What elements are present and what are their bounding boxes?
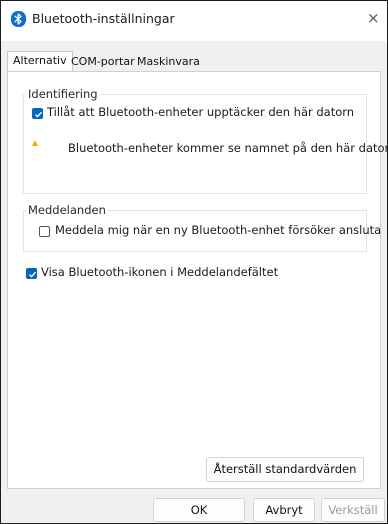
title-bar: Bluetooth-inställningar × — [1, 1, 387, 41]
tab-alternativ[interactable]: Alternativ — [7, 51, 73, 71]
warning-text: Bluetooth-enheter kommer se namnet på de… — [68, 141, 388, 155]
bluetooth-settings-dialog: Bluetooth-inställningar × Alternativ COM… — [0, 0, 388, 524]
allow-discovery-checkbox[interactable] — [32, 108, 43, 119]
tab-panel-alternativ: Identifiering Tillåt att Bluetooth-enhet… — [7, 71, 388, 489]
notifications-group-title: Meddelanden — [26, 203, 108, 217]
show-icon-label[interactable]: Visa Bluetooth-ikonen i Meddelandefältet — [41, 265, 278, 279]
show-icon-checkbox[interactable] — [26, 268, 37, 279]
bluetooth-icon — [11, 11, 26, 27]
notify-checkbox[interactable] — [39, 226, 50, 237]
warning-icon — [32, 140, 38, 146]
ok-button[interactable]: OK — [153, 498, 245, 522]
notify-label[interactable]: Meddela mig när en ny Bluetooth-enhet fö… — [55, 223, 381, 237]
allow-discovery-label[interactable]: Tillåt att Bluetooth-enheter upptäcker d… — [47, 105, 354, 119]
cancel-button[interactable]: Avbryt — [253, 498, 315, 522]
restore-defaults-button[interactable]: Återställ standardvärden — [206, 457, 364, 482]
apply-button[interactable]: Verkställ — [321, 498, 385, 522]
window-title: Bluetooth-inställningar — [32, 11, 175, 26]
tab-com-portar[interactable]: COM-portar — [66, 53, 140, 71]
close-icon[interactable]: × — [367, 9, 380, 27]
tab-maskinvara[interactable]: Maskinvara — [132, 53, 205, 71]
identification-group-title: Identifiering — [26, 87, 100, 101]
